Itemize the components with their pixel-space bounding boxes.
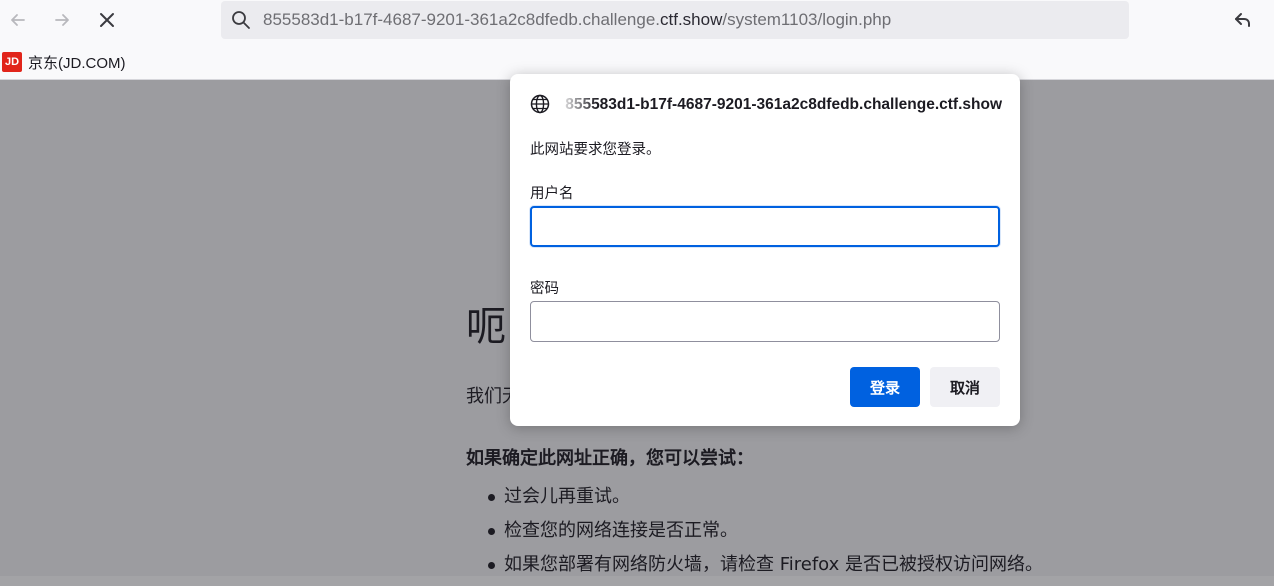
dialog-message: 此网站要求您登录。 — [530, 142, 661, 158]
error-title: 呃 — [466, 304, 506, 350]
back-button[interactable] — [4, 6, 32, 34]
cancel-button[interactable]: 取消 — [930, 367, 1000, 407]
return-arrow-icon — [1235, 13, 1250, 27]
error-try-heading: 如果确定此网址正确，您可以尝试： — [466, 448, 754, 469]
host-fade — [558, 94, 598, 116]
password-field[interactable] — [530, 301, 1000, 342]
url-prefix: 855583d1-b17f-4687-9201-361a2c8dfedb.cha… — [263, 10, 661, 29]
list-item: 检查您的网络连接是否正常。 — [486, 518, 1043, 552]
stop-button[interactable] — [93, 6, 121, 34]
bookmark-jd[interactable]: JD 京东(JD.COM) — [2, 51, 126, 73]
list-item: 过会儿再重试。 — [486, 484, 1043, 518]
browser-toolbar: 855583d1-b17f-4687-9201-361a2c8dfedb.cha… — [0, 0, 1274, 44]
globe-icon — [530, 94, 550, 114]
arrow-right-icon — [55, 14, 69, 26]
auth-dialog: 855583d1-b17f-4687-9201-361a2c8dfedb.cha… — [510, 74, 1020, 426]
search-icon — [232, 11, 250, 29]
username-label: 用户名 — [530, 186, 574, 202]
list-item: 如果您部署有网络防火墙，请检查 Firefox 是否已被授权访问网络。 — [486, 552, 1043, 586]
jd-logo-icon: JD — [2, 52, 22, 72]
reply-button[interactable] — [1230, 8, 1256, 32]
close-icon — [100, 13, 114, 27]
url-path: /system1103/login.php — [722, 10, 892, 29]
error-suggestions: 过会儿再重试。 检查您的网络连接是否正常。 如果您部署有网络防火墙，请检查 Fi… — [486, 484, 1043, 586]
password-label: 密码 — [530, 281, 559, 297]
forward-button[interactable] — [48, 6, 76, 34]
url-domain: ctf.show — [660, 10, 723, 29]
login-button[interactable]: 登录 — [850, 367, 920, 407]
url-text[interactable]: 855583d1-b17f-4687-9201-361a2c8dfedb.cha… — [263, 1, 891, 39]
dialog-host: 855583d1-b17f-4687-9201-361a2c8dfedb.cha… — [565, 96, 1002, 113]
address-bar[interactable]: 855583d1-b17f-4687-9201-361a2c8dfedb.cha… — [221, 1, 1129, 39]
username-field[interactable] — [530, 206, 1000, 247]
arrow-left-icon — [11, 14, 25, 26]
bookmark-label: 京东(JD.COM) — [28, 54, 126, 72]
